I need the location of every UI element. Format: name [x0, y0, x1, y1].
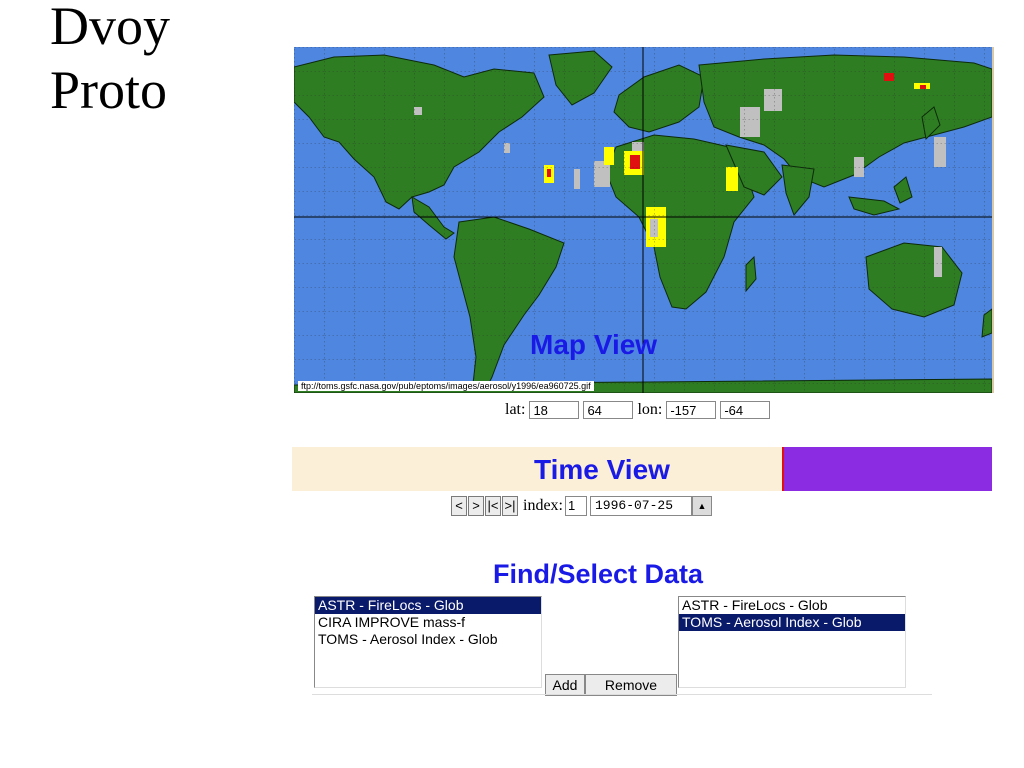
time-view-label: Time View	[534, 454, 670, 485]
slide-title: Dvoy Proto	[50, 0, 170, 122]
list-item[interactable]: CIRA IMPROVE mass-f	[315, 614, 541, 631]
add-button[interactable]: Add	[545, 674, 585, 696]
time-controls: < > |< >| index: 1 1996-07-25 ▲	[451, 496, 712, 516]
first-button[interactable]: |<	[485, 496, 501, 516]
divider	[312, 694, 932, 695]
map-source-url: ftp://toms.gsfc.nasa.gov/pub/eptoms/imag…	[298, 381, 594, 391]
coordinate-controls: lat: lon:	[505, 401, 771, 419]
selected-datasets-list[interactable]: ASTR - FireLocs - Glob TOMS - Aerosol In…	[678, 596, 906, 688]
last-button[interactable]: >|	[502, 496, 518, 516]
list-item[interactable]: TOMS - Aerosol Index - Glob	[679, 614, 905, 631]
lon-min-input[interactable]	[666, 401, 717, 419]
map-view-label: Map View	[530, 329, 658, 360]
remove-button[interactable]: Remove	[585, 674, 677, 696]
list-item[interactable]: TOMS - Aerosol Index - Glob	[315, 631, 541, 648]
find-select-title: Find/Select Data	[493, 559, 704, 589]
list-item[interactable]: ASTR - FireLocs - Glob	[679, 597, 905, 614]
time-view[interactable]: Time View	[292, 447, 992, 491]
slide-title-line1: Dvoy	[50, 0, 170, 56]
index-label: index:	[523, 497, 563, 514]
slide-title-line2: Proto	[50, 60, 168, 120]
lat-max-input[interactable]	[583, 401, 634, 419]
next-button[interactable]: >	[468, 496, 484, 516]
date-field[interactable]: 1996-07-25	[590, 496, 692, 516]
map-view[interactable]: Map View ftp://toms.gsfc.nasa.gov/pub/ep…	[294, 47, 994, 393]
lon-max-input[interactable]	[720, 401, 771, 419]
list-item[interactable]: ASTR - FireLocs - Glob	[315, 597, 541, 614]
spin-up-icon[interactable]: ▲	[692, 496, 712, 516]
index-input[interactable]: 1	[565, 496, 587, 516]
lat-min-input[interactable]	[529, 401, 580, 419]
lon-label: lon:	[637, 401, 663, 418]
prev-button[interactable]: <	[451, 496, 467, 516]
lat-label: lat:	[505, 401, 526, 418]
available-datasets-list[interactable]: ASTR - FireLocs - Glob CIRA IMPROVE mass…	[314, 596, 542, 688]
time-range-selection[interactable]	[782, 447, 992, 491]
